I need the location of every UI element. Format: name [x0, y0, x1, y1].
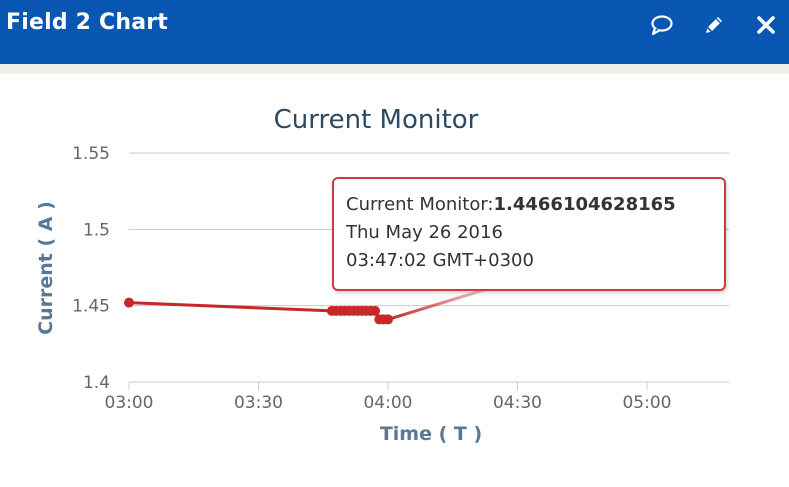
tooltip-time: 03:47:02 GMT+0300 — [346, 250, 534, 271]
data-point — [382, 314, 393, 325]
tooltip-date: Thu May 26 2016 — [346, 222, 503, 243]
chart-title: Current Monitor — [274, 105, 479, 135]
x-tick-label: 05:00 — [622, 393, 671, 413]
tooltip-label: Current Monitor: — [346, 194, 494, 215]
data-point — [124, 297, 134, 308]
x-tick-label: 03:00 — [105, 393, 154, 413]
y-tick-label: 1.5 — [83, 220, 110, 240]
y-axis-label: Current ( A ) — [35, 201, 57, 335]
data-tooltip: Current Monitor:1.4466104628165 Thu May … — [332, 177, 726, 291]
y-tick-label: 1.4 — [83, 373, 110, 393]
x-tick-label: 03:30 — [234, 393, 283, 413]
x-tick-label: 04:30 — [493, 393, 542, 413]
y-tick-label: 1.55 — [72, 144, 110, 164]
data-point — [370, 305, 381, 316]
tooltip-series-line: Current Monitor:1.4466104628165 — [346, 191, 724, 219]
tooltip-value: 1.4466104628165 — [493, 194, 676, 215]
y-axis-ticks: 1.4 1.45 1.5 1.55 — [72, 144, 110, 393]
y-tick-label: 1.45 — [72, 297, 110, 317]
x-axis-ticks: 03:00 03:30 04:00 04:30 05:00 — [105, 382, 671, 413]
x-axis-label: Time ( T ) — [380, 423, 482, 445]
x-tick-label: 04:00 — [363, 393, 412, 413]
